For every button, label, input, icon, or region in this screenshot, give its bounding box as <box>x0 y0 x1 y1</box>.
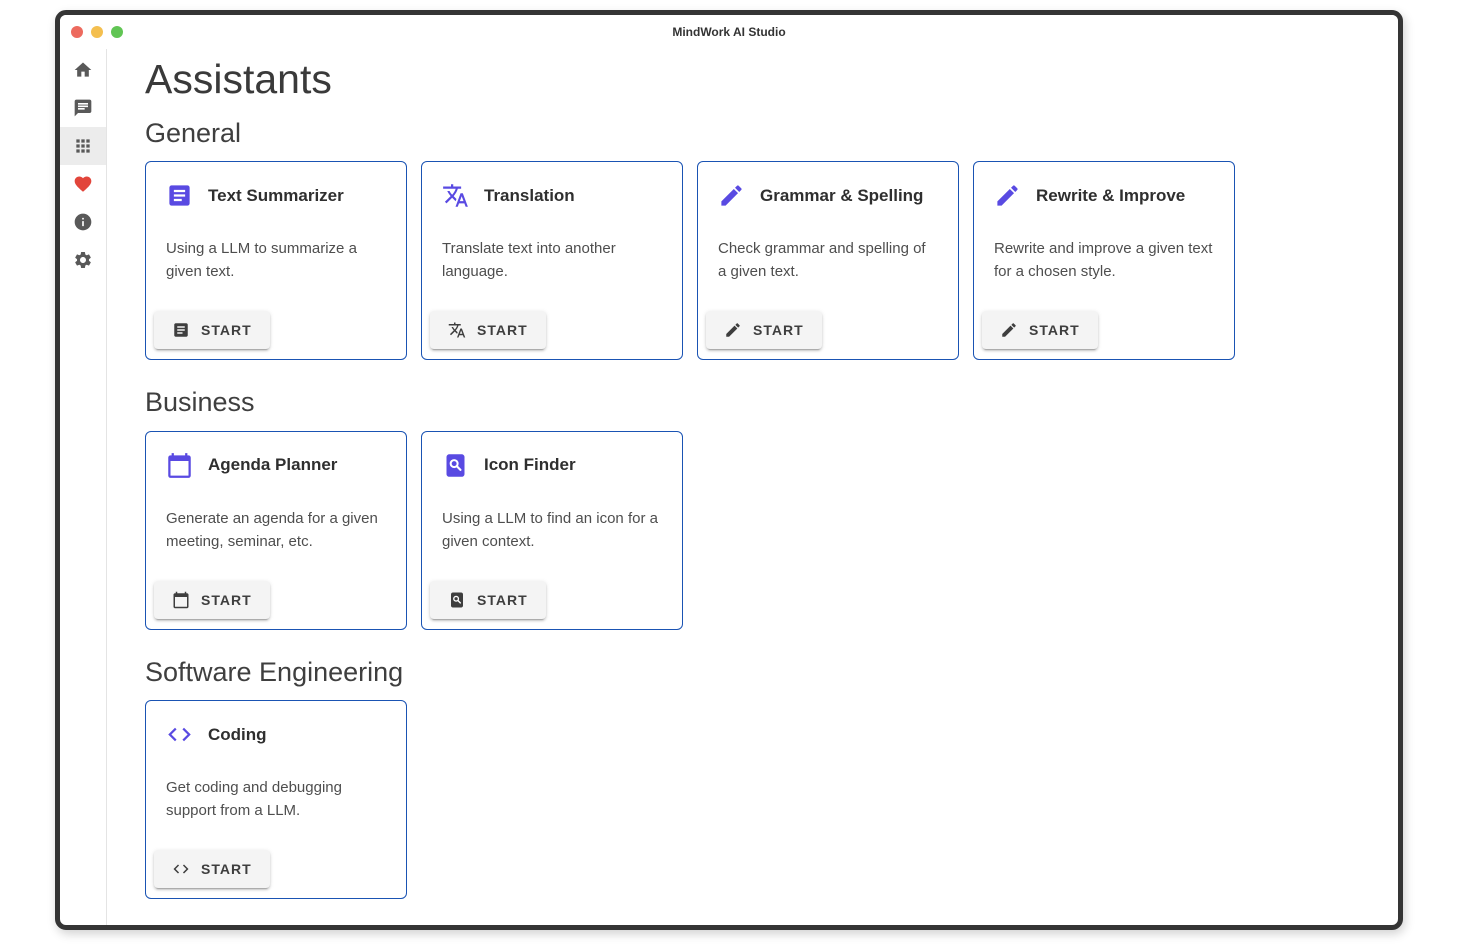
maximize-button[interactable] <box>111 26 123 38</box>
card-actions: START <box>154 850 270 888</box>
home-icon <box>73 60 93 80</box>
assistant-card: Grammar & Spelling Check grammar and spe… <box>697 161 959 360</box>
start-button[interactable]: START <box>430 311 546 349</box>
card-title: Text Summarizer <box>208 186 344 206</box>
sidebar-item-settings[interactable] <box>60 241 106 279</box>
assistant-card: Coding Get coding and debugging support … <box>145 700 407 899</box>
sidebar-item-favorites[interactable] <box>60 165 106 203</box>
assistant-card: Translation Translate text into another … <box>421 161 683 360</box>
card-title: Grammar & Spelling <box>760 186 923 206</box>
card-header: Agenda Planner <box>146 432 406 479</box>
start-button-label: START <box>477 592 528 608</box>
card-actions: START <box>982 311 1098 349</box>
card-header: Coding <box>146 701 406 748</box>
start-button[interactable]: START <box>706 311 822 349</box>
traffic-lights <box>71 15 123 49</box>
section: Software Engineering Coding Get coding a… <box>145 656 1374 899</box>
start-button-label: START <box>201 322 252 338</box>
sections-container: General Text Summarizer Using a LLM to s… <box>145 117 1374 899</box>
sidebar <box>60 49 107 925</box>
cards-row: Coding Get coding and debugging support … <box>145 700 1374 899</box>
gear-icon <box>73 250 93 270</box>
card-header: Rewrite & Improve <box>974 162 1234 209</box>
translate-icon <box>442 182 469 209</box>
start-button[interactable]: START <box>154 850 270 888</box>
iconsearch-icon <box>448 591 466 609</box>
card-description: Using a LLM to summarize a given text. <box>146 237 406 283</box>
start-button[interactable]: START <box>154 311 270 349</box>
close-button[interactable] <box>71 26 83 38</box>
start-button-label: START <box>753 322 804 338</box>
heart-icon <box>73 174 93 194</box>
card-title: Coding <box>208 725 267 745</box>
pencil-icon <box>718 182 745 209</box>
window-title: MindWork AI Studio <box>60 25 1398 39</box>
card-header: Text Summarizer <box>146 162 406 209</box>
start-button[interactable]: START <box>982 311 1098 349</box>
card-actions: START <box>430 581 546 619</box>
page-title: Assistants <box>145 57 1374 102</box>
sidebar-item-about[interactable] <box>60 203 106 241</box>
card-description: Using a LLM to find an icon for a given … <box>422 507 682 553</box>
iconsearch-icon <box>442 452 469 479</box>
card-actions: START <box>154 581 270 619</box>
card-description: Rewrite and improve a given text for a c… <box>974 237 1234 283</box>
section: Business Agenda Planner Generate an agen… <box>145 386 1374 629</box>
app-window: MindWork AI Studio Assistants General Te… <box>55 10 1403 930</box>
titlebar: MindWork AI Studio <box>60 15 1398 49</box>
main-content: Assistants General Text Summarizer Using… <box>107 49 1398 925</box>
card-actions: START <box>430 311 546 349</box>
section-title: Business <box>145 386 1374 418</box>
sidebar-item-chats[interactable] <box>60 89 106 127</box>
start-button[interactable]: START <box>154 581 270 619</box>
section: General Text Summarizer Using a LLM to s… <box>145 117 1374 360</box>
assistant-card: Icon Finder Using a LLM to find an icon … <box>421 431 683 630</box>
card-header: Grammar & Spelling <box>698 162 958 209</box>
start-button-label: START <box>477 322 528 338</box>
calendar-icon <box>172 591 190 609</box>
sidebar-item-home[interactable] <box>60 51 106 89</box>
assistant-card: Text Summarizer Using a LLM to summarize… <box>145 161 407 360</box>
card-title: Agenda Planner <box>208 455 337 475</box>
card-description: Get coding and debugging support from a … <box>146 776 406 822</box>
start-button-label: START <box>201 861 252 877</box>
pencil-icon <box>994 182 1021 209</box>
code-icon <box>172 860 190 878</box>
pencil-icon <box>1000 321 1018 339</box>
card-title: Rewrite & Improve <box>1036 186 1185 206</box>
translate-icon <box>448 321 466 339</box>
section-title: Software Engineering <box>145 656 1374 688</box>
article-icon <box>166 182 193 209</box>
card-header: Icon Finder <box>422 432 682 479</box>
cards-row: Text Summarizer Using a LLM to summarize… <box>145 161 1374 360</box>
card-title: Icon Finder <box>484 455 576 475</box>
card-header: Translation <box>422 162 682 209</box>
card-actions: START <box>154 311 270 349</box>
minimize-button[interactable] <box>91 26 103 38</box>
sidebar-item-assistants[interactable] <box>60 127 106 165</box>
start-button-label: START <box>1029 322 1080 338</box>
start-button-label: START <box>201 592 252 608</box>
assistant-card: Rewrite & Improve Rewrite and improve a … <box>973 161 1235 360</box>
start-button[interactable]: START <box>430 581 546 619</box>
calendar-icon <box>166 452 193 479</box>
card-title: Translation <box>484 186 575 206</box>
cards-row: Agenda Planner Generate an agenda for a … <box>145 431 1374 630</box>
card-actions: START <box>706 311 822 349</box>
card-description: Generate an agenda for a given meeting, … <box>146 507 406 553</box>
info-icon <box>73 212 93 232</box>
pencil-icon <box>724 321 742 339</box>
card-description: Translate text into another language. <box>422 237 682 283</box>
section-title: General <box>145 117 1374 149</box>
assistant-card: Agenda Planner Generate an agenda for a … <box>145 431 407 630</box>
code-icon <box>166 721 193 748</box>
card-description: Check grammar and spelling of a given te… <box>698 237 958 283</box>
chat-icon <box>73 98 93 118</box>
article-icon <box>172 321 190 339</box>
apps-icon <box>73 136 93 156</box>
